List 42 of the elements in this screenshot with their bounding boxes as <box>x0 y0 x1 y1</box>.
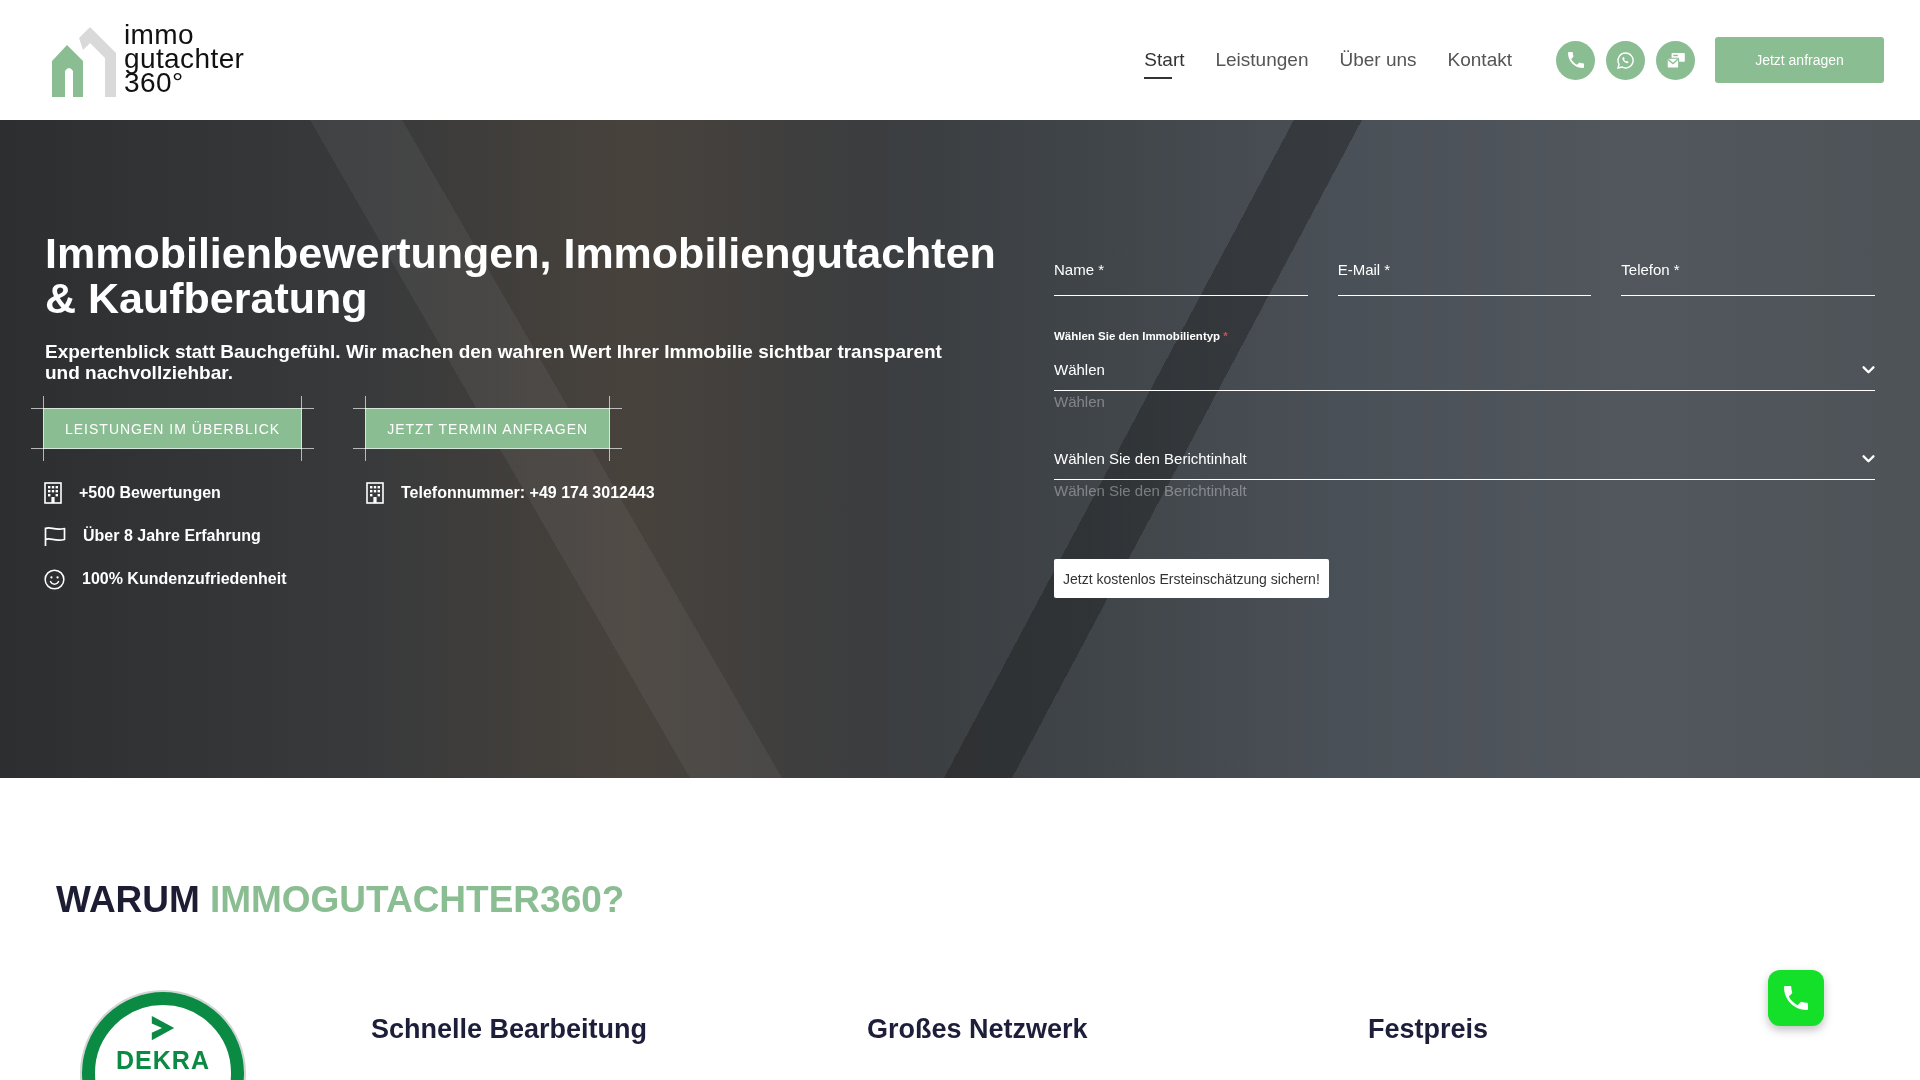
section-heading-accent: IMMOGUTACHTER360? <box>209 878 625 922</box>
nav-link[interactable]: Über uns <box>1339 40 1417 80</box>
text-input[interactable]: E-Mail * <box>1337 258 1592 296</box>
phone-number-text: Telefonnummer: +49 174 3012443 <box>401 484 655 502</box>
house-logo-icon <box>50 25 118 97</box>
call-button[interactable] <box>1768 970 1824 1026</box>
dropdown-select[interactable]: Wählen <box>1054 359 1875 391</box>
smiley-icon <box>44 568 65 590</box>
building-icon <box>44 482 62 504</box>
feature-heading: Festpreis <box>1368 1013 1489 1046</box>
nav-link[interactable]: Leistungen <box>1215 40 1309 80</box>
fact-text: +500 Bewertungen <box>79 484 221 502</box>
hero-subtitle: Expertenblick statt Bauchgefühl. Wir machen den wahren Wert Ihrer Immobilie sichtbar transparent und nachvollziehbar. <box>45 341 943 383</box>
chat-button[interactable] <box>1606 40 1645 80</box>
fact-text: Über 8 Jahre Erfahrung <box>83 527 261 545</box>
required-mark: * <box>1223 329 1228 344</box>
text-input[interactable]: Telefon * <box>1621 258 1875 296</box>
field-label: Wählen Sie den Immobilientyp <box>1054 329 1221 344</box>
dropdown-select[interactable]: Wählen Sie den Berichtinhalt <box>1054 448 1875 480</box>
fact-text: 100% Kundenzufriedenheit <box>82 570 287 588</box>
building-icon <box>366 482 384 504</box>
hero-title: Immobilienbewertungen, Immobiliengutachten & Kaufberatung <box>45 231 997 321</box>
option-hint: Wählen <box>1054 391 1106 412</box>
text-input[interactable]: Name * <box>1054 258 1308 296</box>
nav-link[interactable]: Kontakt <box>1447 40 1512 80</box>
flag-icon <box>44 526 66 546</box>
seal-label: DEKRA <box>116 1048 210 1073</box>
nav-link[interactable]: Start <box>1144 40 1185 80</box>
contact-button[interactable] <box>1656 40 1695 80</box>
envelope-card-icon <box>1666 52 1685 68</box>
submit-button[interactable]: Jetzt kostenlos Ersteinschätzung sichern! <box>1054 559 1329 598</box>
logo-wordmark: immo gutachter 360° <box>124 23 245 95</box>
feature-heading: Großes Netzwerk <box>867 1013 1088 1046</box>
phone-icon <box>1784 986 1808 1010</box>
phone-icon <box>1567 52 1584 68</box>
chat-bubble-icon <box>1617 51 1634 69</box>
section-heading: WARUM <box>56 878 200 922</box>
chevron-down-icon <box>1862 455 1875 464</box>
option-hint: Wählen Sie den Berichtinhalt <box>1054 480 1248 501</box>
chevron-down-icon <box>1862 366 1875 375</box>
feature-heading: Schnelle Bearbeitung <box>371 1013 648 1046</box>
phone-button[interactable] <box>1556 40 1595 80</box>
